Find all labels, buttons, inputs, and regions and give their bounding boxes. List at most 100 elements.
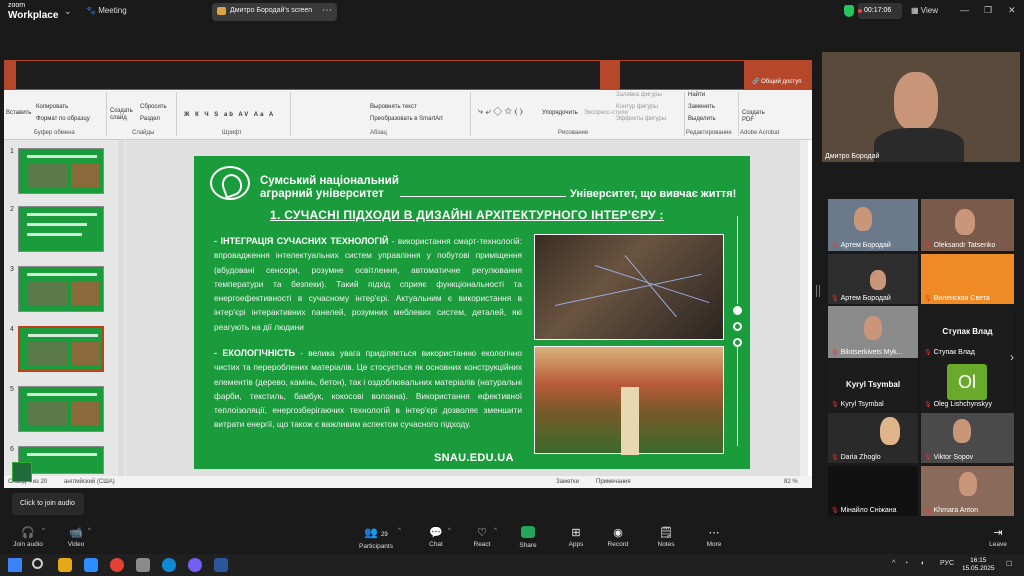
create-pdf-button[interactable]: Создать PDF (742, 110, 768, 124)
divider (400, 196, 566, 197)
shape-effects-button[interactable]: Эффекты фигуры (616, 116, 666, 122)
thumbnails-scrollbar[interactable] (118, 140, 124, 476)
meeting-toolbar: 🎧 Join audio ^ 📹 Video ^ 👥 29 Participants ^ 💬… (0, 522, 1024, 554)
meeting-menu[interactable]: 🐾 Meeting (86, 6, 127, 15)
leave-icon: ⇥ (993, 527, 1003, 539)
zoom-level[interactable]: 82 % (784, 479, 798, 485)
zoom-logo: zoom Workplace (8, 2, 59, 21)
shapes-gallery[interactable]: ⤷ ⤶ ◇ ☆ ⟨ ⟩ (478, 106, 523, 117)
zoom-title-bar: zoom Workplace ⌄ 🐾 Meeting Дмитро Борода… (0, 0, 1024, 24)
share-access-button[interactable]: 🔗 Общий доступ (752, 78, 801, 85)
format-painter-button[interactable]: Формат по образцу (36, 116, 90, 122)
participant-tile[interactable]: 🎙 Мінайло Сніжана (828, 466, 918, 516)
participant-tile[interactable]: 🎙 Viktor Sopov (921, 413, 1014, 463)
language-indicator[interactable]: РУС (940, 560, 954, 567)
notes-button[interactable]: Заметки (556, 479, 579, 485)
participant-tile[interactable]: 🎙 Артем Бородай (828, 254, 918, 304)
more-icon[interactable]: ⋯ (322, 5, 332, 16)
participant-tile[interactable]: 🎙 Артем Бородай (828, 199, 918, 251)
university-logo-icon (210, 166, 250, 200)
powerpoint-title-bar: 🔗 Общий доступ (4, 60, 812, 90)
align-text-button[interactable]: Выровнять текст (370, 104, 417, 110)
participant-tile[interactable]: 🎙 Khmara Anton (921, 466, 1014, 516)
wifi-icon[interactable]: ◔ (904, 560, 908, 567)
powerpoint-ribbon: Вставить Копировать Формат по образцу Бу… (4, 90, 812, 140)
divider (737, 216, 738, 304)
screen-share-indicator[interactable]: Дмитро Бородай's screen ⋯ (212, 3, 337, 21)
join-audio-tooltip: Click to join audio (12, 493, 84, 515)
next-page-arrow-icon[interactable]: › (1010, 350, 1014, 364)
viber-icon[interactable] (188, 558, 202, 572)
participant-tile[interactable]: 🎙 Oleksandr Tatsenko (921, 199, 1014, 251)
edge-icon[interactable] (162, 558, 176, 572)
meeting-timer: 00:17:06 (858, 3, 902, 19)
smartart-button[interactable]: Преобразовать в SmartArt (370, 116, 443, 122)
chevron-up-icon[interactable]: ^ (42, 528, 45, 534)
volume-icon[interactable]: ◖ (920, 560, 924, 567)
mic-muted-icon: 🎙 (924, 350, 932, 356)
participant-tile[interactable]: Kyryl Tsymbal 🎙 Kyryl Tsymbal (828, 360, 918, 410)
copy-button[interactable]: Копировать (36, 104, 68, 110)
divider (290, 92, 291, 136)
new-slide-button[interactable]: Создать слайд (110, 108, 134, 122)
notifications-icon[interactable]: ☐ (1006, 560, 1012, 568)
arrange-button[interactable]: Упорядочить (542, 110, 578, 116)
word-icon[interactable] (214, 558, 228, 572)
divider (106, 92, 107, 136)
participant-tile[interactable]: Ступак Влад 🎙 Ступак Влад (921, 306, 1014, 358)
paragraph-integration: - ІНТЕГРАЦІЯ СУЧАСНИХ ТЕХНОЛОГІЙ - викор… (214, 236, 522, 332)
comments-button[interactable]: Примечания (596, 479, 631, 485)
panel-splitter-handle[interactable] (816, 285, 820, 297)
participants-button[interactable]: 👥 29 Participants ^ (346, 526, 406, 550)
find-button[interactable]: Найти (688, 92, 705, 98)
mic-muted-icon: 🎙 (924, 296, 932, 302)
participant-tile-speaker[interactable]: Дмитро Бородай (822, 52, 1020, 162)
zoom-app-icon[interactable] (84, 558, 98, 572)
paste-button[interactable]: Вставить (6, 110, 31, 116)
chevron-up-icon[interactable]: ^ (88, 528, 91, 534)
slide-scrollbar[interactable] (800, 140, 808, 476)
annotation-tool-icon[interactable] (12, 462, 32, 482)
restore-icon[interactable]: ❐ (984, 5, 992, 16)
slide-thumbnail[interactable] (18, 148, 104, 194)
view-menu[interactable]: ▦ View (911, 6, 938, 15)
redacted-area (16, 61, 600, 89)
tray-chevron-icon[interactable]: ^ (892, 560, 895, 567)
system-clock[interactable]: 16:15 15.05.2025 (962, 557, 995, 573)
file-explorer-icon[interactable] (58, 558, 72, 572)
language-indicator[interactable]: английский (США) (64, 479, 115, 485)
redacted-area (620, 61, 744, 89)
participant-tile[interactable]: 🎙 Виленская Света (921, 254, 1014, 304)
chevron-up-icon[interactable]: ^ (494, 528, 497, 534)
avatar: Ol (947, 364, 987, 400)
video-button[interactable]: 📹 Video ^ (46, 526, 106, 548)
chevron-up-icon[interactable]: ^ (398, 528, 401, 534)
participant-tile[interactable]: 🎙 Daria Zhoglo (828, 413, 918, 463)
search-icon[interactable] (32, 558, 43, 569)
section-button[interactable]: Раздел (140, 116, 160, 122)
slide-thumbnail[interactable] (18, 266, 104, 312)
more-button[interactable]: ⋯ More (684, 526, 744, 548)
leave-button[interactable]: ⇥ Leave (968, 526, 1024, 548)
chevron-up-icon[interactable]: ^ (448, 528, 451, 534)
slide-thumbnail[interactable] (18, 206, 104, 252)
calculator-icon[interactable] (136, 558, 150, 572)
security-shield-icon[interactable] (844, 5, 854, 17)
shape-fill-button[interactable]: Заливка фигуры (616, 92, 662, 98)
mic-muted-icon: 🎙 (924, 455, 932, 461)
select-button[interactable]: Выделить (688, 116, 716, 122)
chevron-down-icon[interactable]: ⌄ (64, 6, 72, 17)
chrome-icon[interactable] (110, 558, 124, 572)
share-icon (521, 526, 535, 538)
participant-tile[interactable]: Ol 🎙 Oleg Lishchynskyy (921, 360, 1014, 410)
close-icon[interactable]: ✕ (1008, 5, 1016, 16)
font-format-buttons[interactable]: Ж К Ч S ab AV Aa A (184, 112, 275, 118)
reset-button[interactable]: Сбросить (140, 104, 167, 110)
slide-thumbnail[interactable] (18, 386, 104, 432)
participant-tile[interactable]: 🎙 Bilotserkivets Myk... (828, 306, 918, 358)
shape-outline-button[interactable]: Контур фигуры (616, 104, 658, 110)
windows-start-icon[interactable] (8, 558, 22, 572)
minimize-icon[interactable]: — (960, 5, 969, 15)
slide-thumbnail-active[interactable] (18, 326, 104, 372)
replace-button[interactable]: Заменить (688, 104, 715, 110)
